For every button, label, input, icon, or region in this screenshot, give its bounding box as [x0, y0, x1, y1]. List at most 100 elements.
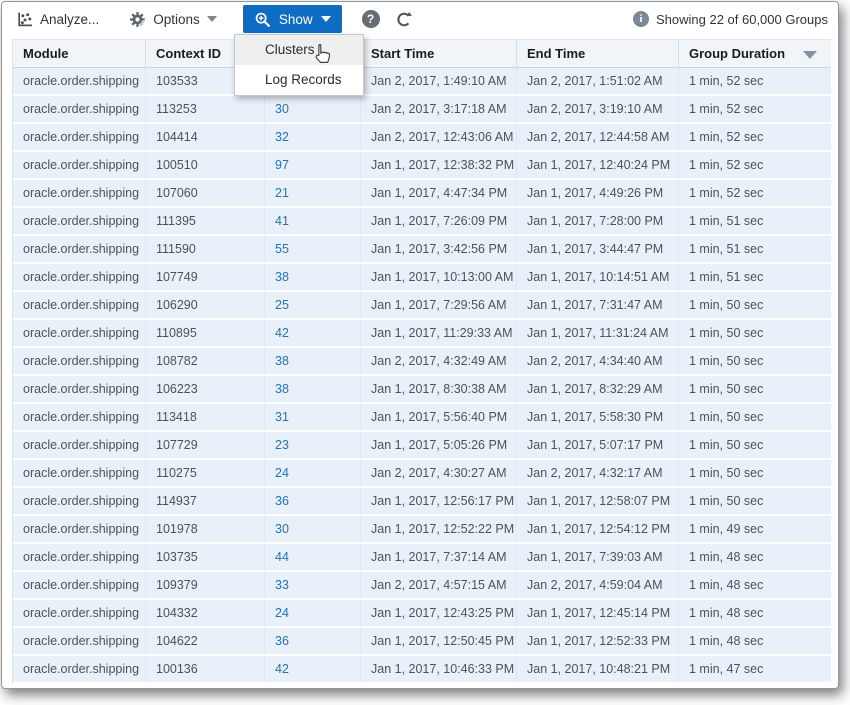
- cell-count[interactable]: 55: [265, 236, 361, 262]
- refresh-icon: [395, 11, 412, 28]
- cell-count[interactable]: 30: [265, 516, 361, 542]
- table-row[interactable]: oracle.order.shipping11027524Jan 2, 2017…: [13, 460, 831, 488]
- cell-module: oracle.order.shipping: [13, 180, 146, 206]
- cell-count[interactable]: 32: [265, 124, 361, 150]
- cell-count[interactable]: 23: [265, 432, 361, 458]
- cell-start-time: Jan 1, 2017, 4:47:34 PM: [361, 180, 517, 206]
- cell-count[interactable]: 38: [265, 376, 361, 402]
- table-row[interactable]: oracle.order.shipping10772923Jan 1, 2017…: [13, 432, 831, 460]
- cell-duration: 1 min, 48 sec: [679, 572, 831, 598]
- table-row[interactable]: oracle.order.shipping103533Jan 2, 2017, …: [13, 68, 831, 96]
- cell-context-id: 110895: [146, 320, 265, 346]
- cell-start-time: Jan 2, 2017, 12:43:06 AM: [361, 124, 517, 150]
- cell-count[interactable]: 31: [265, 404, 361, 430]
- column-header-start-time[interactable]: Start Time: [361, 40, 517, 67]
- cell-start-time: Jan 2, 2017, 4:30:27 AM: [361, 460, 517, 486]
- chevron-down-icon: [207, 16, 217, 22]
- table-body: oracle.order.shipping103533Jan 2, 2017, …: [13, 68, 831, 684]
- cell-duration: 1 min, 50 sec: [679, 292, 831, 318]
- cell-count[interactable]: 36: [265, 488, 361, 514]
- cell-count[interactable]: 42: [265, 656, 361, 682]
- cell-duration: 1 min, 48 sec: [679, 544, 831, 570]
- cell-start-time: Jan 2, 2017, 4:32:49 AM: [361, 348, 517, 374]
- cell-context-id: 108782: [146, 348, 265, 374]
- options-dropdown-button[interactable]: Options: [129, 11, 217, 28]
- cell-duration: 1 min, 50 sec: [679, 488, 831, 514]
- cell-context-id: 103735: [146, 544, 265, 570]
- show-dropdown-button[interactable]: Show: [243, 5, 342, 33]
- cell-start-time: Jan 1, 2017, 7:26:09 PM: [361, 208, 517, 234]
- cell-duration: 1 min, 47 sec: [679, 656, 831, 682]
- cell-count[interactable]: 21: [265, 180, 361, 206]
- cell-duration: 1 min, 50 sec: [679, 376, 831, 402]
- cell-duration: 1 min, 51 sec: [679, 236, 831, 262]
- scatter-chart-icon: [16, 11, 33, 28]
- menu-item-clusters[interactable]: Clusters: [235, 35, 363, 65]
- table-row[interactable]: oracle.order.shipping11493736Jan 1, 2017…: [13, 488, 831, 516]
- cell-context-id: 113418: [146, 404, 265, 430]
- cell-count[interactable]: 42: [265, 320, 361, 346]
- refresh-button[interactable]: [395, 11, 412, 28]
- table-row[interactable]: oracle.order.shipping10462236Jan 1, 2017…: [13, 628, 831, 656]
- table-row[interactable]: oracle.order.shipping10937933Jan 2, 2017…: [13, 572, 831, 600]
- column-header-module[interactable]: Module: [13, 40, 146, 67]
- cell-count[interactable]: 44: [265, 544, 361, 570]
- menu-item-log-records[interactable]: Log Records: [235, 65, 363, 95]
- table-row[interactable]: oracle.order.shipping10013642Jan 1, 2017…: [13, 656, 831, 684]
- cell-count[interactable]: 41: [265, 208, 361, 234]
- groups-table: Module Context ID Start Time End Time Gr…: [12, 39, 831, 684]
- cell-count[interactable]: 97: [265, 152, 361, 178]
- analyze-label: Analyze...: [40, 12, 99, 27]
- table-row[interactable]: oracle.order.shipping10441432Jan 2, 2017…: [13, 124, 831, 152]
- cell-count[interactable]: 38: [265, 264, 361, 290]
- table-row[interactable]: oracle.order.shipping11139541Jan 1, 2017…: [13, 208, 831, 236]
- cell-duration: 1 min, 50 sec: [679, 460, 831, 486]
- table-row[interactable]: oracle.order.shipping10373544Jan 1, 2017…: [13, 544, 831, 572]
- table-row[interactable]: oracle.order.shipping10774938Jan 1, 2017…: [13, 264, 831, 292]
- cell-start-time: Jan 1, 2017, 12:38:32 PM: [361, 152, 517, 178]
- cell-count[interactable]: 36: [265, 628, 361, 654]
- analyze-button[interactable]: Analyze...: [16, 11, 99, 28]
- cell-end-time: Jan 2, 2017, 4:32:17 AM: [517, 460, 679, 486]
- cell-module: oracle.order.shipping: [13, 376, 146, 402]
- cell-context-id: 104414: [146, 124, 265, 150]
- table-row[interactable]: oracle.order.shipping10051097Jan 1, 2017…: [13, 152, 831, 180]
- cell-end-time: Jan 1, 2017, 7:28:00 PM: [517, 208, 679, 234]
- sort-descending-icon[interactable]: [803, 51, 817, 59]
- cell-duration: 1 min, 52 sec: [679, 180, 831, 206]
- cell-duration: 1 min, 50 sec: [679, 404, 831, 430]
- table-row[interactable]: oracle.order.shipping10197830Jan 1, 2017…: [13, 516, 831, 544]
- cell-count[interactable]: 24: [265, 600, 361, 626]
- table-row[interactable]: oracle.order.shipping10878238Jan 2, 2017…: [13, 348, 831, 376]
- chevron-down-icon: [321, 16, 331, 22]
- cell-count[interactable]: 38: [265, 348, 361, 374]
- cell-start-time: Jan 1, 2017, 12:50:45 PM: [361, 628, 517, 654]
- hand-pointer-cursor: [311, 42, 334, 68]
- cell-start-time: Jan 1, 2017, 12:56:17 PM: [361, 488, 517, 514]
- table-row[interactable]: oracle.order.shipping10706021Jan 1, 2017…: [13, 180, 831, 208]
- cell-count[interactable]: 33: [265, 572, 361, 598]
- table-row[interactable]: oracle.order.shipping11341831Jan 1, 2017…: [13, 404, 831, 432]
- table-row[interactable]: oracle.order.shipping11089542Jan 1, 2017…: [13, 320, 831, 348]
- cell-context-id: 100510: [146, 152, 265, 178]
- cell-count[interactable]: 30: [265, 96, 361, 122]
- cell-start-time: Jan 1, 2017, 3:42:56 PM: [361, 236, 517, 262]
- cell-duration: 1 min, 52 sec: [679, 152, 831, 178]
- table-row[interactable]: oracle.order.shipping10622338Jan 1, 2017…: [13, 376, 831, 404]
- cell-module: oracle.order.shipping: [13, 656, 146, 682]
- cell-start-time: Jan 1, 2017, 5:56:40 PM: [361, 404, 517, 430]
- cell-end-time: Jan 1, 2017, 12:40:24 PM: [517, 152, 679, 178]
- cell-count[interactable]: 25: [265, 292, 361, 318]
- cell-end-time: Jan 1, 2017, 10:14:51 AM: [517, 264, 679, 290]
- cell-start-time: Jan 2, 2017, 1:49:10 AM: [361, 68, 517, 94]
- column-header-group-duration[interactable]: Group Duration: [679, 40, 831, 67]
- cell-count[interactable]: 24: [265, 460, 361, 486]
- help-button[interactable]: ?: [362, 10, 380, 28]
- table-row[interactable]: oracle.order.shipping10433224Jan 1, 2017…: [13, 600, 831, 628]
- table-row[interactable]: oracle.order.shipping11159055Jan 1, 2017…: [13, 236, 831, 264]
- table-row[interactable]: oracle.order.shipping10629025Jan 1, 2017…: [13, 292, 831, 320]
- cell-end-time: Jan 2, 2017, 3:19:10 AM: [517, 96, 679, 122]
- column-header-end-time[interactable]: End Time: [517, 40, 679, 67]
- table-row[interactable]: oracle.order.shipping11325330Jan 2, 2017…: [13, 96, 831, 124]
- status-text: Showing 22 of 60,000 Groups: [656, 12, 828, 27]
